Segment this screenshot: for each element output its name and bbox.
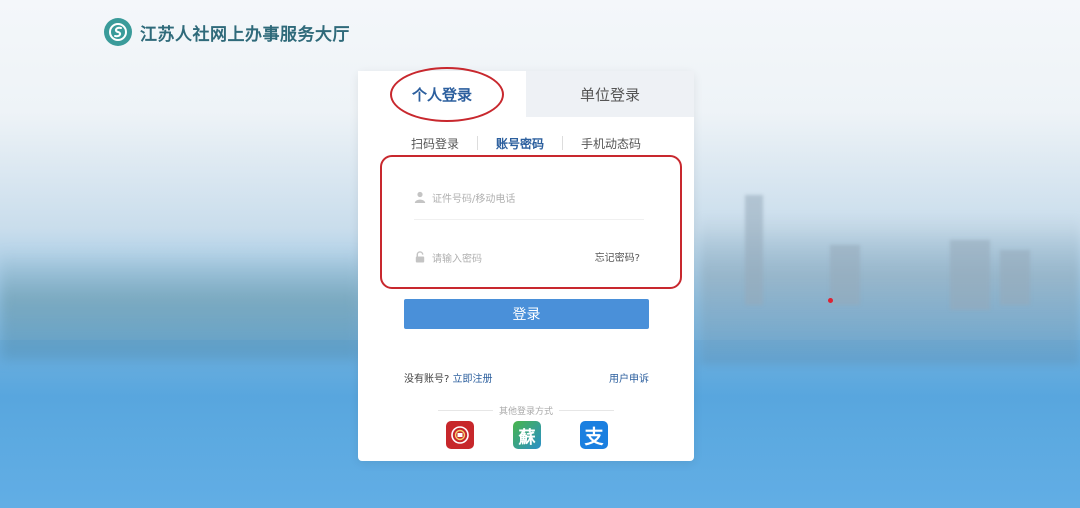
swirl-logo-icon [104, 18, 132, 46]
annotation-rectangle [380, 155, 682, 289]
background-tower [745, 195, 763, 305]
su-app-icon[interactable]: 蘇 [513, 421, 541, 449]
other-login-divider: 其他登录方式 [438, 404, 615, 417]
register-prompt: 没有账号? [404, 374, 450, 385]
background-building [830, 245, 860, 305]
other-login-label: 其他登录方式 [499, 406, 554, 417]
tab-scan-login[interactable]: 扫码登录 [393, 135, 477, 152]
background-building [950, 240, 990, 310]
register-link[interactable]: 立即注册 [453, 374, 493, 385]
site-header: 江苏人社网上办事服务大厅 [104, 18, 350, 46]
login-method-tabs: 扫码登录 账号密码 手机动态码 [358, 133, 694, 153]
site-title: 江苏人社网上办事服务大厅 [140, 24, 350, 45]
annotation-ellipse [390, 67, 504, 122]
cursor-dot [828, 298, 833, 303]
red-emblem-icon[interactable] [446, 421, 474, 449]
account-links: 没有账号? 立即注册 用户申诉 [404, 370, 649, 385]
tab-sms-code[interactable]: 手机动态码 [563, 135, 659, 152]
user-appeal-link[interactable]: 用户申诉 [609, 370, 649, 385]
alipay-icon[interactable]: 支 [580, 421, 608, 449]
background-skyline-left [0, 250, 360, 360]
tab-account-password[interactable]: 账号密码 [478, 135, 562, 152]
background-building [1000, 250, 1030, 305]
login-button[interactable]: 登录 [404, 299, 649, 329]
tab-unit-login[interactable]: 单位登录 [526, 71, 694, 117]
